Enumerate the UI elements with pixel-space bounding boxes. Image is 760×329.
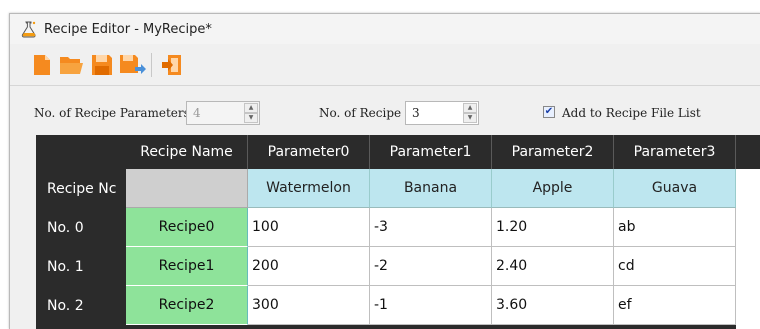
num-params-spinner: 4 ▲ ▼ bbox=[186, 101, 260, 125]
spin-down-icon: ▼ bbox=[244, 113, 258, 123]
column-value-cell[interactable]: Guava bbox=[614, 169, 736, 208]
recipe-editor-window: Recipe Editor - MyRecipe* No. of Recipe … bbox=[9, 13, 760, 329]
column-value-cell[interactable]: Apple bbox=[492, 169, 614, 208]
data-cell[interactable]: cd bbox=[614, 247, 736, 286]
data-cell[interactable]: 1.20 bbox=[492, 208, 614, 247]
num-params-label: No. of Recipe Parameters bbox=[34, 106, 190, 120]
checkmark-icon: ✔ bbox=[544, 106, 554, 117]
data-cell[interactable]: -2 bbox=[370, 247, 492, 286]
recipe-name-cell[interactable]: Recipe1 bbox=[126, 247, 248, 286]
data-cell[interactable]: 300 bbox=[248, 286, 370, 325]
save-icon bbox=[92, 55, 112, 75]
column-value-cell[interactable]: Banana bbox=[370, 169, 492, 208]
save-as-button[interactable] bbox=[117, 50, 147, 80]
data-cell[interactable]: 3.60 bbox=[492, 286, 614, 325]
data-cell[interactable]: -1 bbox=[370, 286, 492, 325]
row-label: No. 1 bbox=[47, 258, 84, 275]
recipe-name-header[interactable]: Recipe Name bbox=[126, 135, 248, 169]
column-header[interactable]: Parameter2 bbox=[492, 135, 614, 169]
column-header[interactable]: Parameter0 bbox=[248, 135, 370, 169]
export-button[interactable] bbox=[158, 50, 188, 80]
open-folder-button[interactable] bbox=[57, 50, 87, 80]
open-folder-icon bbox=[60, 57, 83, 74]
data-cell[interactable]: 200 bbox=[248, 247, 370, 286]
row-header-corner: Recipe Nc bbox=[47, 180, 117, 197]
column-header[interactable]: Parameter1 bbox=[370, 135, 492, 169]
new-file-icon bbox=[34, 55, 50, 75]
spin-down-icon[interactable]: ▼ bbox=[463, 113, 477, 123]
data-cell[interactable]: 2.40 bbox=[492, 247, 614, 286]
window-title: Recipe Editor - MyRecipe* bbox=[44, 21, 212, 37]
add-to-list-checkbox[interactable]: ✔ bbox=[543, 106, 555, 118]
new-file-button[interactable] bbox=[27, 50, 57, 80]
data-cell[interactable]: ef bbox=[614, 286, 736, 325]
data-cell[interactable]: ab bbox=[614, 208, 736, 247]
num-recipe-label: No. of Recipe bbox=[319, 106, 402, 120]
data-cell[interactable]: -3 bbox=[370, 208, 492, 247]
recipe-grid: Recipe Name Parameter0 Parameter1 Parame… bbox=[36, 135, 760, 329]
add-to-list-label: Add to Recipe File List bbox=[562, 106, 701, 120]
parameter-settings-row: No. of Recipe Parameters 4 ▲ ▼ No. of Re… bbox=[10, 96, 760, 130]
num-recipe-value[interactable]: 3 bbox=[412, 106, 420, 120]
recipe-name-cell[interactable]: Recipe0 bbox=[126, 208, 248, 247]
column-header[interactable]: Parameter3 bbox=[614, 135, 736, 169]
num-recipe-spinner[interactable]: 3 ▲ ▼ bbox=[405, 101, 479, 125]
toolbar-divider bbox=[10, 85, 760, 86]
save-button[interactable] bbox=[87, 50, 117, 80]
toolbar bbox=[10, 45, 760, 85]
recipe-name-cell[interactable]: Recipe2 bbox=[126, 286, 248, 325]
spin-up-icon: ▲ bbox=[244, 103, 258, 113]
title-bar: Recipe Editor - MyRecipe* bbox=[10, 14, 760, 44]
toolbar-separator bbox=[151, 53, 152, 77]
grid-empty-area bbox=[736, 169, 760, 329]
export-icon bbox=[162, 55, 181, 75]
column-value-cell[interactable]: Watermelon bbox=[248, 169, 370, 208]
blank-cell bbox=[126, 169, 248, 208]
row-label: No. 2 bbox=[47, 297, 84, 314]
data-cell[interactable]: 100 bbox=[248, 208, 370, 247]
spin-up-icon[interactable]: ▲ bbox=[463, 103, 477, 113]
flask-app-icon bbox=[20, 20, 38, 38]
save-as-icon bbox=[120, 55, 146, 74]
num-params-value: 4 bbox=[193, 106, 201, 120]
row-label: No. 0 bbox=[47, 219, 84, 236]
